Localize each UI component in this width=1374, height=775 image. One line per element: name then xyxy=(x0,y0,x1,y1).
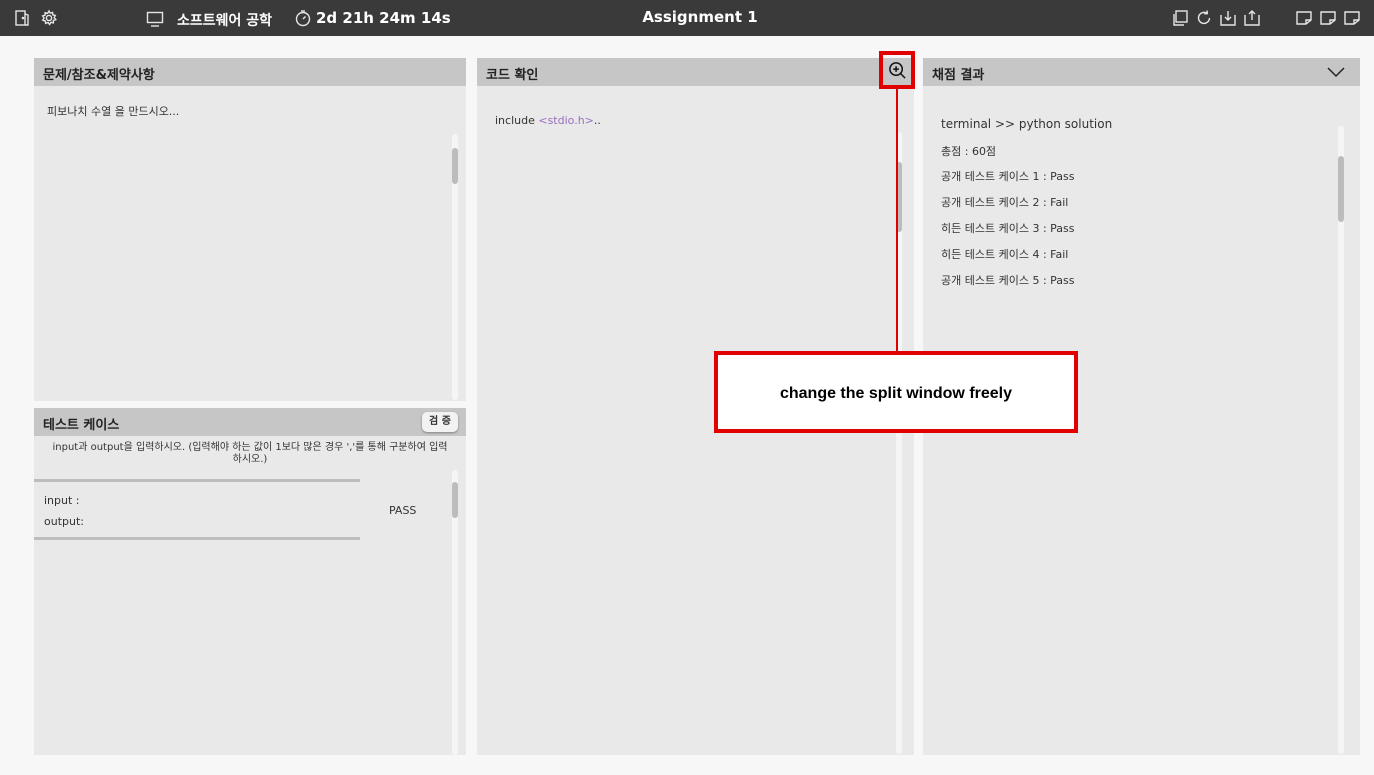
copy-icon[interactable] xyxy=(1171,9,1189,27)
grading-panel-title: 채점 결과 xyxy=(932,68,985,83)
grading-line: terminal >> python solution xyxy=(941,117,1113,131)
chevron-down-icon[interactable] xyxy=(1326,64,1346,80)
grading-line: 공개 테스트 케이스 5 : Pass xyxy=(941,274,1075,287)
monitor-icon xyxy=(146,10,164,28)
testcase-panel: 테스트 케이스 검 증 input과 output을 입력하시오. (입력해야 … xyxy=(34,408,466,755)
course-name: 소프트웨어 공학 xyxy=(177,13,273,29)
testcase-instructions-line1: input과 output을 입력하시오. (입력해야 하는 값이 1보다 많은… xyxy=(52,442,448,453)
countdown-timer: 2d 21h 24m 14s xyxy=(316,9,451,27)
grading-scrollbar[interactable] xyxy=(1338,126,1344,754)
problem-panel-header: 문제/참조&제약사항 xyxy=(34,58,466,86)
grading-line: 공개 테스트 케이스 1 : Pass xyxy=(941,170,1075,183)
download-icon[interactable] xyxy=(1219,9,1237,27)
zoom-in-icon xyxy=(889,62,906,79)
testcase-instructions: input과 output을 입력하시오. (입력해야 하는 값이 1보다 많은… xyxy=(34,442,466,466)
code-panel-title: 코드 확인 xyxy=(486,68,539,83)
code-editor[interactable]: include <stdio.h>.. xyxy=(495,114,601,127)
testcase-divider-bottom xyxy=(34,537,360,540)
verify-button[interactable]: 검 증 xyxy=(422,412,458,432)
grading-line: 히든 테스트 케이스 4 : Fail xyxy=(941,248,1069,261)
testcase-result: PASS xyxy=(389,504,417,517)
layout-2-icon[interactable] xyxy=(1319,9,1337,27)
timer-icon xyxy=(294,9,312,27)
gear-icon[interactable] xyxy=(40,9,58,27)
code-keyword: include xyxy=(495,114,539,127)
testcase-input-label[interactable]: input : xyxy=(44,494,80,507)
top-bar: 소프트웨어 공학 2d 21h 24m 14s Assignment 1 xyxy=(0,0,1374,36)
problem-panel: 문제/참조&제약사항 피보나치 수열 을 만드시오... xyxy=(34,58,466,401)
grading-panel-header: 채점 결과 xyxy=(923,58,1360,86)
code-panel-header: 코드 확인 xyxy=(477,58,914,86)
grading-line: 총점 : 60점 xyxy=(941,145,997,158)
grading-line: 히든 테스트 케이스 3 : Pass xyxy=(941,222,1075,235)
code-header-name: <stdio.h> xyxy=(538,114,594,127)
testcase-divider-top xyxy=(34,479,360,482)
problem-panel-title: 문제/참조&제약사항 xyxy=(43,68,155,83)
testcase-instructions-line2: 하시오.) xyxy=(232,454,268,465)
testcase-scrollbar[interactable] xyxy=(452,470,458,755)
upload-icon[interactable] xyxy=(1243,9,1261,27)
testcase-scrollbar-thumb[interactable] xyxy=(452,482,458,518)
annotation-connector xyxy=(896,89,898,354)
assignment-title: Assignment 1 xyxy=(642,8,758,26)
zoom-in-button[interactable] xyxy=(879,51,915,89)
problem-scrollbar-thumb[interactable] xyxy=(452,148,458,184)
annotation-text: change the split window freely xyxy=(779,385,1013,402)
grading-scrollbar-thumb[interactable] xyxy=(1338,156,1344,222)
testcase-panel-header: 테스트 케이스 검 증 xyxy=(34,408,466,436)
exit-icon[interactable] xyxy=(13,9,31,27)
annotation-callout: change the split window freely xyxy=(714,351,1078,433)
problem-text: 피보나치 수열 을 만드시오... xyxy=(47,105,180,118)
code-suffix: .. xyxy=(593,114,601,127)
layout-1-icon[interactable] xyxy=(1295,9,1313,27)
testcase-output-label[interactable]: output: xyxy=(44,515,84,528)
refresh-icon[interactable] xyxy=(1195,9,1213,27)
layout-3-icon[interactable] xyxy=(1343,9,1361,27)
grading-line: 공개 테스트 케이스 2 : Fail xyxy=(941,196,1069,209)
problem-scrollbar[interactable] xyxy=(452,134,458,400)
testcase-panel-title: 테스트 케이스 xyxy=(43,418,120,433)
